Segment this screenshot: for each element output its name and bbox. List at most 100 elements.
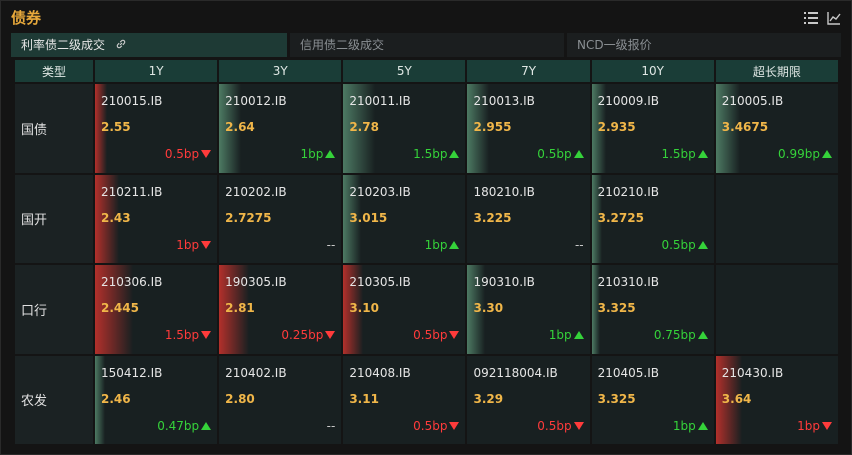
- bond-cell[interactable]: 210305.IB 3.10 0.5bp: [343, 265, 466, 354]
- bond-yield: 3.10: [349, 301, 379, 315]
- triangle-up-icon: [573, 331, 584, 339]
- bond-yield: 3.325: [597, 301, 636, 315]
- bond-cell: [715, 265, 838, 354]
- triangle-down-icon: [201, 150, 212, 158]
- change-value: 0.5bp: [164, 147, 200, 161]
- bond-code: 210305.IB: [349, 275, 411, 289]
- change-value: 1.5bp: [164, 328, 200, 342]
- tab-label: 利率债二级成交: [21, 38, 106, 52]
- triangle-up-icon: [325, 150, 336, 158]
- bond-cell[interactable]: 210430.IB 3.64 1bp: [715, 355, 838, 444]
- list-icon[interactable]: [804, 11, 818, 25]
- bond-cell[interactable]: 210011.IB 2.78 1.5bp: [343, 84, 466, 173]
- bond-cell[interactable]: 180210.IB 3.225 --: [467, 174, 590, 263]
- bond-cell[interactable]: 092118004.IB 3.29 0.5bp: [467, 355, 590, 444]
- bond-yield: 3.29: [473, 391, 504, 406]
- bond-change: 1bp: [549, 328, 584, 342]
- col-header-7y: 7Y: [467, 60, 590, 82]
- bond-cell[interactable]: 210203.IB 3.015 1bp: [343, 174, 466, 263]
- bond-cell[interactable]: 210408.IB 3.11 0.5bp: [343, 355, 466, 444]
- bond-change: 0.5bp: [537, 418, 584, 433]
- bond-change: 0.5bp: [661, 237, 708, 252]
- bond-change: 0.75bp: [654, 328, 708, 342]
- bond-change: 1bp: [673, 419, 708, 433]
- bond-code: 210015.IB: [101, 94, 163, 108]
- row-label: 农发: [15, 355, 93, 444]
- bond-cell[interactable]: 210005.IB 3.4675 0.99bp: [715, 84, 838, 173]
- col-header-ultra-long: 超长期限: [715, 60, 838, 82]
- change-value: 1bp: [424, 237, 448, 252]
- bond-cell[interactable]: 210015.IB 2.55 0.5bp: [95, 84, 218, 173]
- bond-code: 190310.IB: [473, 275, 535, 289]
- bond-change: 1bp: [425, 238, 460, 252]
- bond-change: --: [327, 419, 336, 433]
- triangle-down-icon: [201, 331, 212, 339]
- bond-cell[interactable]: 210310.IB 3.325 0.75bp: [591, 265, 714, 354]
- triangle-down-icon: [325, 331, 336, 339]
- bond-cell[interactable]: 150412.IB 2.46 0.47bp: [95, 355, 218, 444]
- bond-cell[interactable]: 190310.IB 3.30 1bp: [467, 265, 590, 354]
- col-header-10y: 10Y: [591, 60, 714, 82]
- bond-change: --: [327, 238, 336, 252]
- bond-code: 210012.IB: [225, 94, 287, 108]
- bond-code: 210306.IB: [101, 275, 163, 289]
- triangle-up-icon: [449, 150, 460, 158]
- bond-code: 210011.IB: [349, 94, 411, 108]
- change-value: 1bp: [548, 328, 572, 342]
- bond-yield: 3.2725: [597, 210, 644, 225]
- bond-yield: 3.11: [349, 391, 379, 406]
- bond-cell[interactable]: 210202.IB 2.7275 --: [219, 174, 342, 263]
- bond-change: 0.5bp: [413, 418, 460, 433]
- bond-cell[interactable]: 190305.IB 2.81 0.25bp: [219, 265, 342, 354]
- bond-yield: 2.81: [225, 301, 255, 315]
- bond-table: 类型 1Y 3Y 5Y 7Y 10Y 超长期限 国债 210015.IB 2.55 0…: [13, 58, 840, 446]
- bond-cell[interactable]: 210009.IB 2.935 1.5bp: [591, 84, 714, 173]
- tab-rate-bond-secondary[interactable]: 利率债二级成交: [11, 33, 287, 57]
- bond-cell[interactable]: 210013.IB 2.955 0.5bp: [467, 84, 590, 173]
- change-value: 1bp: [300, 147, 324, 161]
- row-label: 国开: [15, 174, 93, 263]
- bond-yield: 2.445: [101, 301, 139, 315]
- table-row: 国开 210211.IB 2.43 1bp 210202.IB 2.7275 -- 21020…: [15, 174, 838, 263]
- bond-change: 0.5bp: [413, 328, 460, 342]
- triangle-up-icon: [201, 421, 212, 430]
- bond-cell[interactable]: 210306.IB 2.445 1.5bp: [95, 265, 218, 354]
- panel-header: 债券: [1, 1, 851, 33]
- triangle-up-icon: [697, 421, 708, 430]
- bond-cell[interactable]: 210012.IB 2.64 1bp: [219, 84, 342, 173]
- tab-ncd-primary-quote[interactable]: NCD一级报价: [567, 33, 841, 57]
- col-header-1y: 1Y: [95, 60, 218, 82]
- bond-yield: 2.46: [101, 391, 131, 406]
- bond-code: 180210.IB: [473, 184, 535, 199]
- triangle-up-icon: [822, 150, 832, 158]
- bond-code: 210211.IB: [101, 184, 163, 199]
- table-row: 农发 150412.IB 2.46 0.47bp 210402.IB 2.80 -- 2104…: [15, 355, 838, 444]
- bond-cell[interactable]: 210211.IB 2.43 1bp: [95, 174, 218, 263]
- change-value: 0.5bp: [537, 418, 572, 433]
- bond-cell[interactable]: 210210.IB 3.2725 0.5bp: [591, 174, 714, 263]
- triangle-up-icon: [573, 150, 584, 158]
- bond-cell[interactable]: 210402.IB 2.80 --: [219, 355, 342, 444]
- table-row: 国债 210015.IB 2.55 0.5bp 210012.IB 2.64 1bp 2100…: [15, 84, 838, 173]
- change-value: --: [574, 237, 584, 252]
- bond-yield: 2.78: [349, 120, 379, 134]
- tab-credit-bond-secondary[interactable]: 信用债二级成交: [290, 33, 564, 57]
- bond-code: 150412.IB: [101, 365, 163, 380]
- bond-yield: 2.7275: [225, 210, 272, 225]
- change-value: 0.47bp: [157, 418, 200, 433]
- line-chart-icon[interactable]: [827, 11, 841, 25]
- change-value: 0.5bp: [413, 418, 448, 433]
- change-value: 0.5bp: [661, 237, 696, 252]
- bond-code: 210005.IB: [721, 94, 784, 108]
- bond-code: 210430.IB: [721, 365, 784, 380]
- panel-title: 债券: [11, 9, 42, 27]
- bond-code: 210402.IB: [225, 365, 287, 380]
- bond-yield: 2.80: [225, 391, 255, 406]
- change-value: 0.5bp: [413, 328, 448, 342]
- bond-code: 210210.IB: [597, 184, 660, 199]
- bond-cell[interactable]: 210405.IB 3.325 1bp: [591, 355, 714, 444]
- link-icon: [116, 39, 126, 49]
- bond-panel: 债券 利率债二级成交 信用债二级成交 NCD一级报价 类型 1Y 3Y 5Y 7…: [0, 0, 852, 455]
- col-header-3y: 3Y: [219, 60, 342, 82]
- tab-label: 信用债二级成交: [300, 38, 385, 52]
